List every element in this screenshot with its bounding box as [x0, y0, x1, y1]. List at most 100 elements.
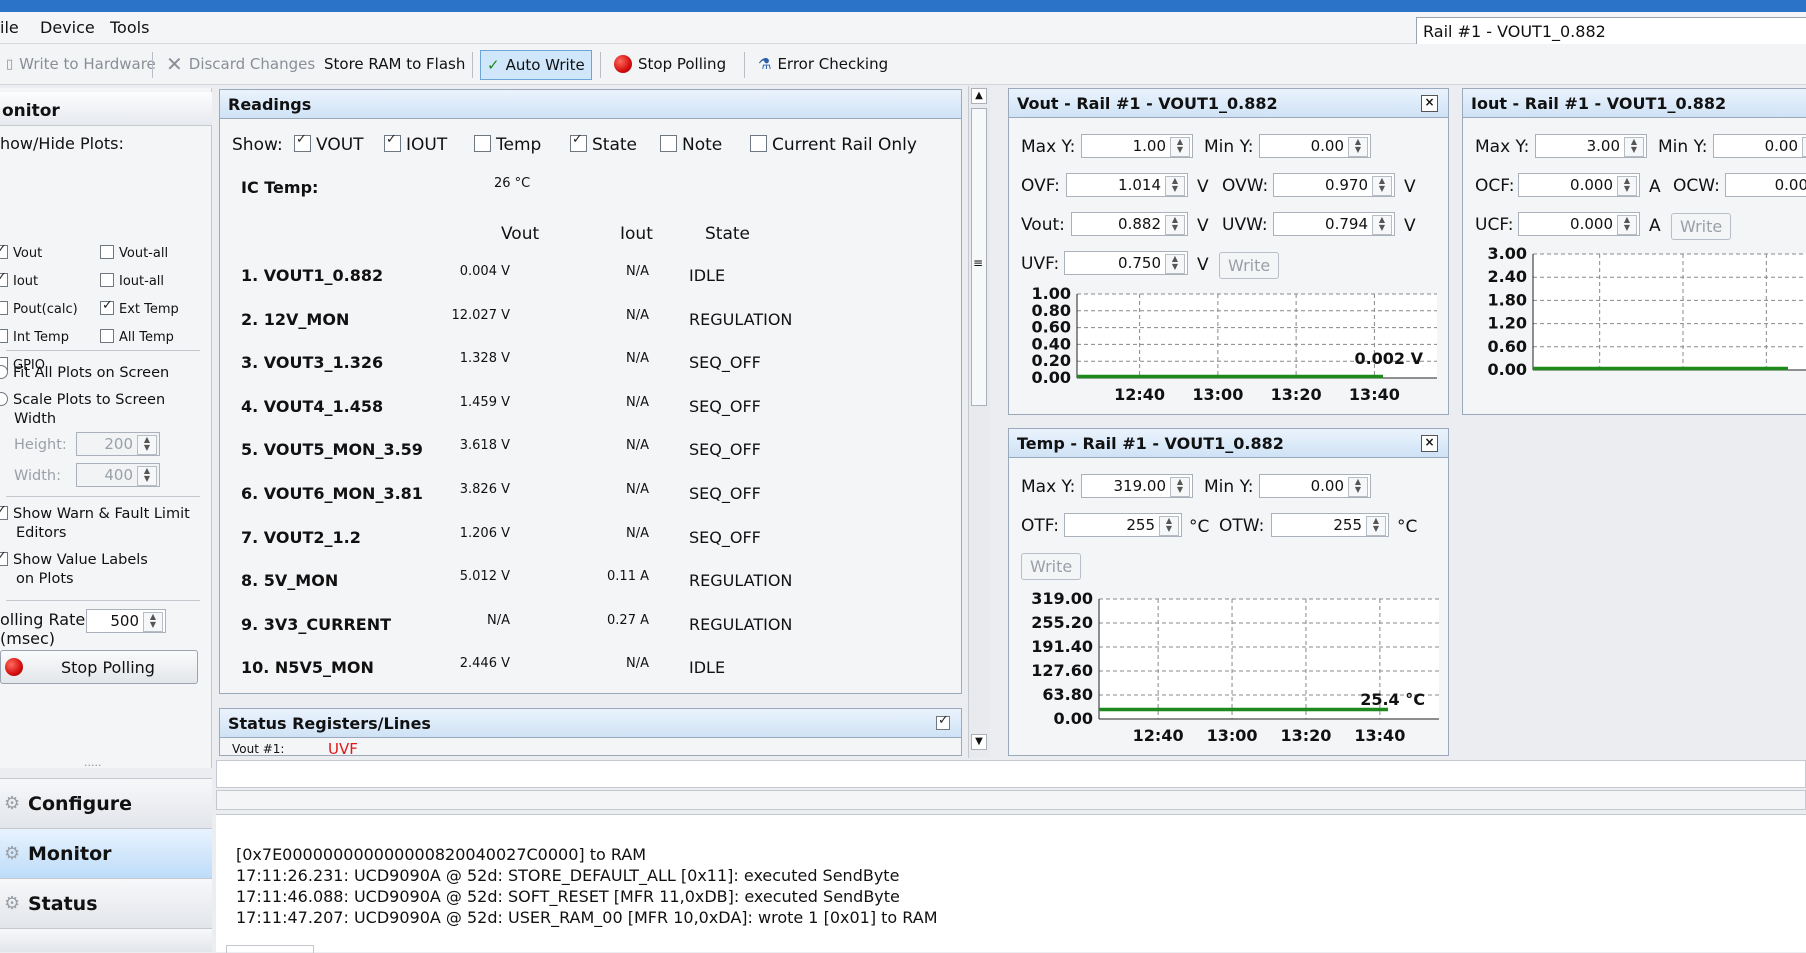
- otw-label: OTW:: [1219, 516, 1265, 536]
- plot-toggle-vout-all[interactable]: Vout-all: [100, 245, 168, 261]
- spinner-arrows-icon[interactable]: ▲▼: [1617, 215, 1637, 235]
- close-icon[interactable]: ×: [1421, 95, 1438, 112]
- value-label: 0.002 V: [1354, 349, 1423, 368]
- spinner-arrows-icon[interactable]: ▲▼: [143, 612, 163, 632]
- plot-toggle-int-temp[interactable]: Int Temp: [0, 329, 69, 345]
- unit-label: °C: [1189, 517, 1210, 537]
- spinner-arrows-icon[interactable]: ▲▼: [1165, 215, 1185, 235]
- otf-input[interactable]: 255 ▲ ▼: [1064, 513, 1182, 537]
- toolbar: ▯ Write to Hardware ✕ Discard Changes St…: [0, 44, 1806, 85]
- width-spinner[interactable]: 400 ▲ ▼: [76, 463, 160, 487]
- show-toggle-temp[interactable]: Temp: [474, 135, 541, 155]
- rail-selector[interactable]: Rail #1 - VOUT1_0.882: [1416, 17, 1806, 45]
- spinner-arrows-icon[interactable]: ▲▼: [137, 435, 157, 455]
- spinner-arrows-icon[interactable]: ▲▼: [1348, 137, 1368, 157]
- iout-write-button[interactable]: Write: [1671, 213, 1732, 240]
- plots-scrollbar[interactable]: ▲ ≡ ▼: [968, 86, 990, 758]
- iout-miny-input[interactable]: 0.00▲▼: [1713, 134, 1806, 158]
- stop-polling-toolbar-button[interactable]: Stop Polling: [608, 50, 732, 78]
- vout-miny-input[interactable]: 0.00 ▲ ▼: [1259, 134, 1371, 158]
- spinner-arrows-icon[interactable]: ▲▼: [1165, 176, 1185, 196]
- rail-state: SEQ_OFF: [689, 353, 761, 373]
- spinner-arrows-icon[interactable]: ▲▼: [1165, 254, 1185, 274]
- ocw-input[interactable]: 0.00: [1725, 173, 1806, 197]
- temp-miny-input[interactable]: 0.00 ▲ ▼: [1259, 474, 1371, 498]
- scale-plots-label: Scale Plots to Screen: [13, 392, 166, 408]
- show-values-option[interactable]: Show Value Labels: [0, 549, 148, 568]
- spinner-arrows-icon[interactable]: ▲▼: [1624, 137, 1644, 157]
- spinner-arrows-icon[interactable]: ▲▼: [137, 466, 157, 486]
- unit-label: V: [1404, 177, 1416, 197]
- splitter-bar[interactable]: [216, 790, 1806, 810]
- show-toggle-iout[interactable]: IOUT: [384, 132, 447, 155]
- polling-rate-spinner[interactable]: 500 ▲ ▼: [86, 609, 166, 633]
- temp-write-button[interactable]: Write: [1021, 553, 1082, 580]
- spinner-arrows-icon[interactable]: ▲▼: [1372, 215, 1392, 235]
- discard-changes-button[interactable]: ✕ Discard Changes: [160, 50, 321, 78]
- show-toggle-current-rail-only[interactable]: Current Rail Only: [750, 135, 917, 155]
- unit-label: A: [1649, 177, 1661, 197]
- unit-label: V: [1197, 216, 1209, 236]
- nav-monitor[interactable]: ⚙ Monitor: [0, 828, 212, 878]
- spinner-arrows-icon[interactable]: ▲▼: [1366, 516, 1386, 536]
- ucf-input[interactable]: 0.000 ▲ ▼: [1518, 212, 1640, 236]
- splitter-grip-icon[interactable]: ≡: [973, 256, 983, 270]
- menu-device[interactable]: Device: [40, 18, 95, 37]
- nav-configure-label: Configure: [28, 792, 132, 815]
- stop-polling-button[interactable]: Stop Polling: [0, 650, 198, 684]
- plot-toggle-ext-temp[interactable]: Ext Temp: [100, 298, 179, 317]
- scale-plots-option[interactable]: Scale Plots to Screen: [0, 392, 165, 408]
- vout-setpoint-input[interactable]: 0.882 ▲ ▼: [1071, 212, 1188, 236]
- rail-state: SEQ_OFF: [689, 527, 761, 547]
- spinner-arrows-icon[interactable]: ▲▼: [1170, 477, 1190, 497]
- nav-configure[interactable]: ⚙ Configure: [0, 778, 212, 828]
- menu-file[interactable]: ile: [0, 18, 19, 37]
- show-toggle-note[interactable]: Note: [660, 135, 722, 155]
- scroll-up-icon[interactable]: ▲: [971, 88, 987, 104]
- otf-value: 255: [1126, 516, 1155, 534]
- status-registers-toggle[interactable]: [936, 713, 950, 730]
- plot-toggle-pout-calc-[interactable]: Pout(calc): [0, 301, 78, 317]
- menu-tools[interactable]: Tools: [110, 18, 149, 37]
- nav-next[interactable]: [0, 928, 212, 952]
- splitter-handle[interactable]: .....: [84, 756, 101, 769]
- store-ram-to-flash-button[interactable]: Store RAM to Flash: [318, 50, 471, 78]
- ocf-input[interactable]: 0.000 ▲ ▼: [1518, 173, 1640, 197]
- write-to-hardware-button[interactable]: ▯ Write to Hardware: [0, 50, 162, 78]
- error-checking-button[interactable]: ⚗ Error Checking: [752, 50, 894, 78]
- otw-input[interactable]: 255 ▲ ▼: [1271, 513, 1389, 537]
- uvw-input[interactable]: 0.794 ▲ ▼: [1273, 212, 1395, 236]
- show-warn-option[interactable]: Show Warn & Fault Limit: [0, 503, 190, 522]
- status-registers-title: Status Registers/Lines: [220, 709, 961, 738]
- close-icon[interactable]: ×: [1421, 435, 1438, 452]
- ic-temp-value: 26 °C: [494, 176, 531, 191]
- plot-toggle-label: Ext Temp: [119, 302, 179, 317]
- plot-toggle-iout-all[interactable]: Iout-all: [100, 273, 164, 289]
- vout-write-button[interactable]: Write: [1219, 252, 1280, 279]
- vout-maxy-input[interactable]: 1.00 ▲ ▼: [1081, 134, 1193, 158]
- show-toggle-state[interactable]: State: [570, 132, 637, 155]
- plot-toggle-vout[interactable]: Vout: [0, 242, 42, 261]
- ovw-input[interactable]: 0.970 ▲ ▼: [1273, 173, 1395, 197]
- uvf-input[interactable]: 0.750 ▲ ▼: [1064, 251, 1188, 275]
- fit-all-option[interactable]: Fit All Plots on Screen: [0, 365, 169, 381]
- spinner-arrows-icon[interactable]: ▲▼: [1372, 176, 1392, 196]
- spinner-arrows-icon[interactable]: ▲▼: [1617, 176, 1637, 196]
- plot-toggle-iout[interactable]: Iout: [0, 270, 38, 289]
- scroll-down-icon[interactable]: ▼: [971, 734, 987, 750]
- auto-write-button[interactable]: ✓ Auto Write: [480, 50, 592, 80]
- spinner-arrows-icon[interactable]: ▲▼: [1159, 516, 1179, 536]
- ovf-input[interactable]: 1.014 ▲ ▼: [1066, 173, 1188, 197]
- spinner-arrows-icon[interactable]: ▲▼: [1802, 137, 1806, 157]
- height-spinner[interactable]: 200 ▲ ▼: [76, 432, 160, 456]
- spinner-arrows-icon[interactable]: ▲▼: [1348, 477, 1368, 497]
- rail-state: IDLE: [689, 266, 726, 285]
- vout-maxy-value: 1.00: [1132, 137, 1166, 155]
- iout-maxy-input[interactable]: 3.00 ▲ ▼: [1535, 134, 1647, 158]
- nav-status[interactable]: ⚙ Status: [0, 878, 212, 928]
- plot-toggle-all-temp[interactable]: All Temp: [100, 329, 174, 345]
- temp-maxy-input[interactable]: 319.00 ▲ ▼: [1081, 474, 1193, 498]
- show-toggle-vout[interactable]: VOUT: [294, 132, 364, 155]
- spinner-arrows-icon[interactable]: ▲▼: [1170, 137, 1190, 157]
- col-iout: Iout: [620, 224, 653, 244]
